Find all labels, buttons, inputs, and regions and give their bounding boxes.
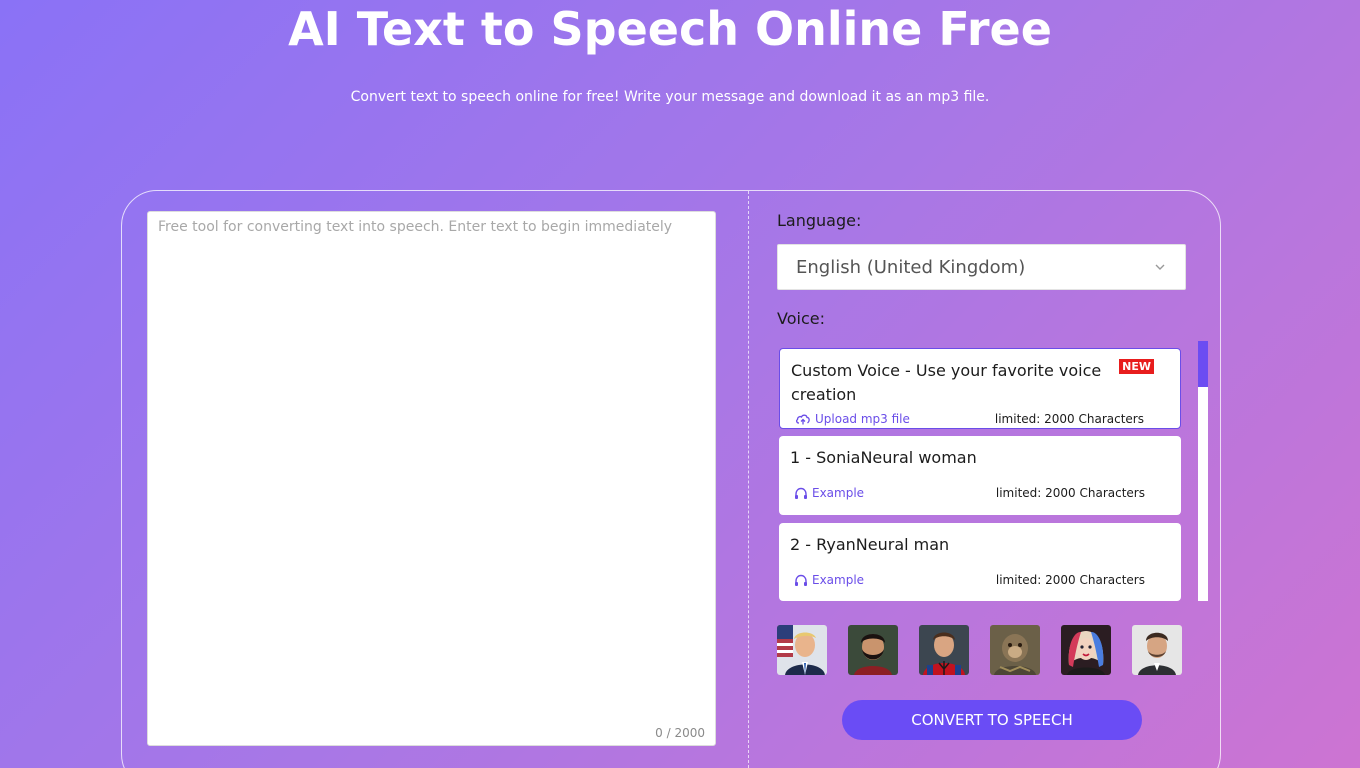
voice-card-custom[interactable]: Custom Voice - Use your favorite voice c… bbox=[779, 348, 1181, 429]
voice-name: 1 - SoniaNeural woman bbox=[790, 448, 977, 467]
avatar-monkey-warrior[interactable] bbox=[990, 625, 1040, 675]
voice-limit: limited: 2000 Characters bbox=[994, 412, 1144, 426]
text-editor: 0 / 2000 bbox=[147, 211, 716, 746]
voice-name: 2 - RyanNeural man bbox=[790, 535, 950, 554]
example-label: Example bbox=[812, 573, 865, 587]
voice-list: Custom Voice - Use your favorite voice c… bbox=[777, 340, 1208, 602]
example-link[interactable]: Example bbox=[794, 573, 864, 587]
avatar-harley-character[interactable] bbox=[1061, 625, 1111, 675]
voice-list-scroll-thumb[interactable] bbox=[1198, 341, 1208, 387]
text-input[interactable] bbox=[148, 212, 715, 745]
voice-name: Custom Voice - Use your favorite voice c… bbox=[791, 361, 1102, 404]
headphones-icon bbox=[795, 487, 807, 499]
language-label: Language: bbox=[777, 211, 862, 230]
upload-mp3-link[interactable]: Upload mp3 file bbox=[795, 412, 910, 426]
voice-card-sonia[interactable]: 1 - SoniaNeural woman Example limited: 2… bbox=[779, 436, 1181, 515]
example-link[interactable]: Example bbox=[794, 486, 864, 500]
avatar-man-dark-suit[interactable] bbox=[1132, 625, 1182, 675]
page-title: AI Text to Speech Online Free bbox=[288, 2, 1052, 56]
voice-label: Voice: bbox=[777, 309, 825, 328]
char-counter: 0 / 2000 bbox=[655, 726, 705, 740]
voice-limit: limited: 2000 Characters bbox=[995, 486, 1145, 500]
page-subtitle: Convert text to speech online for free! … bbox=[350, 89, 990, 105]
voice-card-ryan[interactable]: 2 - RyanNeural man Example limited: 2000… bbox=[779, 523, 1181, 601]
language-selected-value: English (United Kingdom) bbox=[796, 256, 1026, 278]
cloud-upload-icon bbox=[796, 414, 810, 425]
convert-to-speech-button[interactable]: CONVERT TO SPEECH bbox=[842, 700, 1142, 740]
avatar-spider-hero[interactable] bbox=[919, 625, 969, 675]
example-label: Example bbox=[812, 486, 865, 500]
upload-mp3-label: Upload mp3 file bbox=[815, 412, 910, 426]
avatar-bearded-man[interactable] bbox=[848, 625, 898, 675]
panel-divider bbox=[748, 191, 749, 768]
language-select[interactable]: English (United Kingdom) bbox=[777, 244, 1186, 290]
new-badge: NEW bbox=[1119, 359, 1154, 374]
voice-limit: limited: 2000 Characters bbox=[995, 573, 1145, 587]
headphones-icon bbox=[795, 574, 807, 586]
chevron-down-icon bbox=[1155, 264, 1165, 270]
avatar-man-suit-flag[interactable] bbox=[777, 625, 827, 675]
